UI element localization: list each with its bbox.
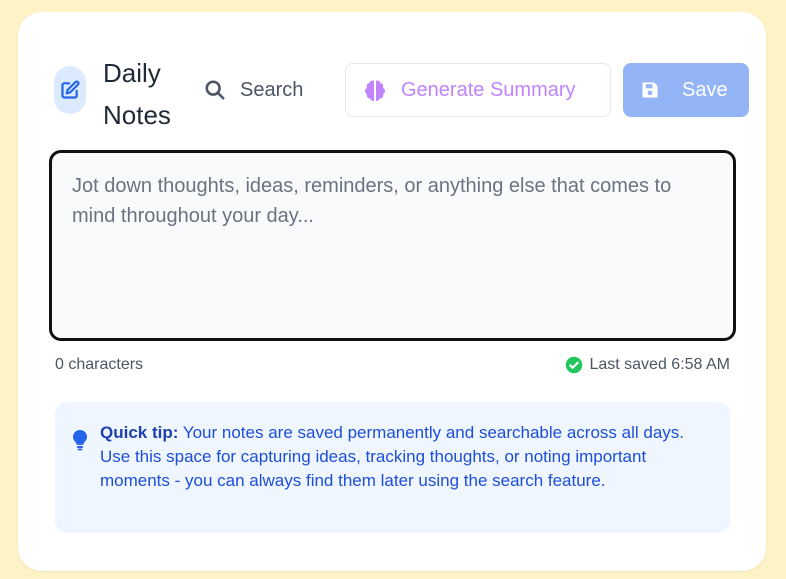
quick-tip-box: Quick tip: Your notes are saved permanen… (55, 402, 730, 533)
floppy-disk-icon (642, 82, 658, 98)
quick-tip-label: Quick tip: (100, 423, 179, 442)
edit-icon (54, 66, 86, 114)
quick-tip-text: Quick tip: Your notes are saved permanen… (100, 421, 700, 493)
search-button[interactable]: Search (204, 76, 303, 104)
last-saved-text: Last saved 6:58 AM (589, 356, 730, 373)
save-button[interactable]: Save (623, 63, 749, 117)
search-icon (205, 80, 225, 100)
search-button-label: Search (240, 78, 304, 101)
save-status: Last saved 6:58 AM (565, 356, 730, 374)
header: Daily Notes Search Generate Summary Save (54, 52, 749, 132)
notes-textarea[interactable] (49, 150, 736, 341)
save-button-label: Save (682, 78, 728, 101)
generate-summary-label: Generate Summary (401, 78, 576, 101)
character-count: 0 characters (55, 356, 144, 373)
lightbulb-icon (72, 429, 88, 456)
brain-icon (365, 80, 385, 101)
page-title: Daily Notes (103, 58, 171, 130)
quick-tip-body: Your notes are saved permanently and sea… (100, 423, 684, 490)
check-circle-icon (566, 356, 583, 374)
generate-summary-button[interactable]: Generate Summary (345, 63, 611, 117)
